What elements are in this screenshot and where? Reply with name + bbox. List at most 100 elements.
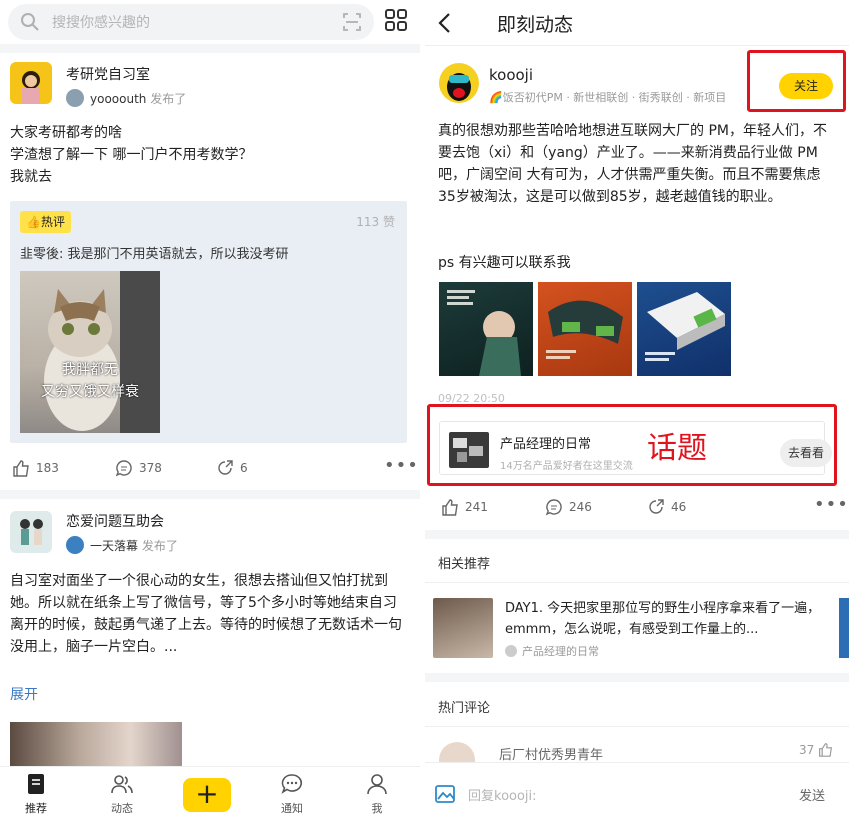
share-count: 46 xyxy=(671,500,687,514)
share-icon xyxy=(218,460,233,475)
divider xyxy=(425,582,849,583)
author-tags: 🌈饭否初代PM · 新世相联创 · 街秀联创 · 新项目 xyxy=(489,91,727,104)
post-line: 大家考研都考的啥 xyxy=(10,125,122,141)
meme-image[interactable]: 我胖都无 又穷又饿又样衰 xyxy=(20,271,160,433)
topic-card[interactable]: 产品经理的日常 14万名产品爱好者在这里交流 去看看 xyxy=(439,421,832,475)
topic-name: 产品经理的日常 xyxy=(500,437,592,452)
nav-label: 我 xyxy=(371,802,383,815)
like-button[interactable]: 241 xyxy=(441,498,488,516)
comment-count: 378 xyxy=(139,461,162,475)
goto-topic-button[interactable]: 去看看 xyxy=(780,439,832,467)
nav-recommend[interactable]: 推荐 xyxy=(6,773,66,816)
divider xyxy=(425,726,849,727)
post-content[interactable]: 真的很想劝那些苦哈哈地想进互联网大厂的 PM，年轻人们，不要去饱（xi）和（ya… xyxy=(438,120,838,208)
related-next-card[interactable] xyxy=(839,598,849,658)
chat-icon xyxy=(281,774,303,794)
related-title: 相关推荐 xyxy=(438,557,491,572)
author-name[interactable]: 一天落幕 xyxy=(90,539,138,553)
send-button[interactable]: 发送 xyxy=(799,785,825,804)
search-placeholder: 搜搜你感兴趣的 xyxy=(52,15,150,31)
post-meta: yoooouth 发布了 xyxy=(90,90,186,107)
post-line: 学渣想了解一下 哪一门户不用考数学？ xyxy=(10,147,253,163)
comment-icon xyxy=(545,499,562,516)
related-image[interactable] xyxy=(433,598,493,658)
post-meta: 一天落幕 发布了 xyxy=(90,537,178,554)
nav-label: 通知 xyxy=(281,802,303,815)
author-avatar[interactable] xyxy=(439,63,479,103)
post-image[interactable] xyxy=(538,282,632,376)
people-icon xyxy=(111,775,133,794)
topic-title[interactable]: 考研党自习室 xyxy=(66,64,150,84)
post-image[interactable] xyxy=(439,282,533,376)
post-body[interactable]: 大家考研都考的啥 学渣想了解一下 哪一门户不用考数学？ 我就去 xyxy=(10,122,410,188)
divider xyxy=(0,490,420,499)
share-count: 6 xyxy=(240,461,248,475)
post-body[interactable]: 自习室对面坐了一个很心动的女生，很想去搭讪但又怕打扰到她。所以就在纸条上写了微信… xyxy=(10,570,410,658)
detail-panel: 即刻动态 koooji 🌈饭否初代PM · 新世相联创 · 街秀联创 · 新项目… xyxy=(425,0,849,824)
image-upload-icon[interactable] xyxy=(434,783,456,805)
thumb-icon: 👍 xyxy=(26,215,41,229)
comment-like-count: 37 xyxy=(799,742,815,757)
post-action: 发布了 xyxy=(150,92,187,106)
nav-label: 推荐 xyxy=(25,802,47,815)
like-button[interactable]: 183 xyxy=(12,459,59,477)
topic-title[interactable]: 恋爱问题互助会 xyxy=(66,511,164,531)
page-title: 即刻动态 xyxy=(497,14,574,36)
share-button[interactable]: 6 xyxy=(216,459,248,477)
follow-button[interactable]: 关注 xyxy=(779,73,833,99)
user-avatar[interactable] xyxy=(66,536,84,554)
comment-button[interactable]: 378 xyxy=(115,459,162,477)
author-name[interactable]: yoooouth xyxy=(90,92,146,106)
reply-input[interactable]: 回复koooji: xyxy=(468,785,537,804)
related-text[interactable]: DAY1. 今天把家里那位写的野生小程序拿来看了一遍，emmm，怎么说呢，有感受… xyxy=(505,598,821,640)
meme-caption-2: 又穷又饿又样衰 xyxy=(41,384,139,400)
back-arrow-icon[interactable] xyxy=(437,12,453,34)
related-topic[interactable]: 产品经理的日常 xyxy=(505,643,599,659)
post-image[interactable] xyxy=(637,282,731,376)
hot-badge-label: 热评 xyxy=(40,215,65,229)
divider xyxy=(425,530,849,539)
divider xyxy=(425,673,849,682)
grid-menu-icon[interactable] xyxy=(384,8,408,32)
compose-button[interactable]: + xyxy=(183,778,231,812)
bottom-nav: 推荐 动态 + 通知 我 xyxy=(0,766,420,824)
plus-icon: + xyxy=(195,777,219,810)
annotation-label: 话题 xyxy=(647,431,707,466)
like-count: 183 xyxy=(36,461,59,475)
comment-icon xyxy=(115,460,132,477)
comment-like-button[interactable]: 37 xyxy=(799,742,833,757)
scan-icon[interactable] xyxy=(342,12,362,32)
share-button[interactable]: 46 xyxy=(647,498,686,516)
hot-badge: 👍热评 xyxy=(20,211,71,233)
hot-comments-title: 热门评论 xyxy=(438,701,491,716)
author-name[interactable]: koooji xyxy=(489,66,533,84)
post-image[interactable] xyxy=(10,722,182,766)
like-count: 241 xyxy=(465,500,488,514)
comment-button[interactable]: 246 xyxy=(545,498,592,516)
search-bar[interactable]: 搜搜你感兴趣的 xyxy=(8,4,374,40)
nav-notify[interactable]: 通知 xyxy=(262,773,322,816)
post-line: 我就去 xyxy=(10,169,52,185)
post-ps: ps 有兴趣可以联系我 xyxy=(438,255,571,271)
commenter-name[interactable]: 后厂村优秀男青年 xyxy=(499,744,603,763)
topic-avatar[interactable] xyxy=(10,511,52,553)
hot-comment-card[interactable]: 👍热评 113 赞 韭零後: 我是那门不用英语就去，所以我没考研 我胖都无 又穷… xyxy=(10,201,407,443)
topic-image xyxy=(449,432,489,468)
nav-feed[interactable]: 动态 xyxy=(92,773,152,816)
divider xyxy=(0,44,420,53)
hot-like-count: 113 赞 xyxy=(356,215,395,229)
hot-user[interactable]: 韭零後: xyxy=(20,247,63,262)
more-icon[interactable]: ••• xyxy=(384,455,419,476)
user-avatar[interactable] xyxy=(66,89,84,107)
expand-link[interactable]: 展开 xyxy=(10,684,38,704)
topic-avatar[interactable] xyxy=(10,62,52,104)
thumb-up-icon xyxy=(13,460,29,477)
feed-panel: 搜搜你感兴趣的 考研党自习室 yoooouth 发布了 大家考研都考的啥 学渣想… xyxy=(0,0,420,824)
person-icon xyxy=(367,774,387,795)
topic-desc: 14万名产品爱好者在这里交流 xyxy=(500,461,633,472)
share-icon xyxy=(649,499,664,514)
related-topic-name: 产品经理的日常 xyxy=(522,645,599,658)
more-icon[interactable]: ••• xyxy=(814,494,849,515)
meme-caption-1: 我胖都无 xyxy=(62,362,118,378)
nav-me[interactable]: 我 xyxy=(347,773,407,816)
